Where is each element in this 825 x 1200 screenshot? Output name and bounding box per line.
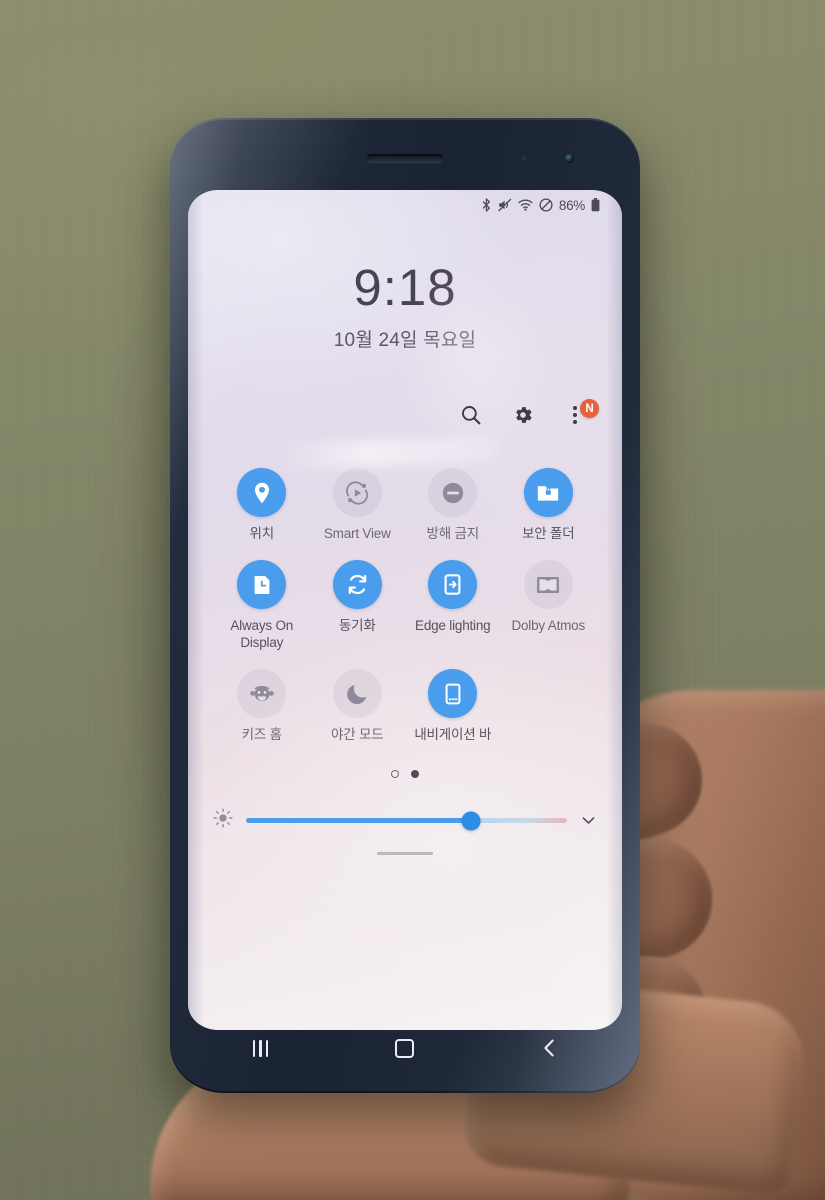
do-not-disturb-icon	[539, 198, 553, 212]
tile-kids-home[interactable]: 키즈 홈	[214, 651, 310, 743]
tile-label: 방해 금지	[426, 526, 480, 541]
back-button[interactable]	[522, 1030, 578, 1066]
tile-row-1: 위치 Smart View 방해 금지 보안 폴더	[214, 450, 596, 542]
kebab-menu-icon[interactable]: N	[562, 399, 599, 428]
tile-sync[interactable]: 동기화	[310, 542, 406, 651]
page-dot-1[interactable]	[391, 769, 399, 778]
clock-date: 10월 24일 목요일	[333, 330, 477, 351]
tile-label: Smart View	[323, 526, 391, 541]
home-indicator	[377, 851, 433, 855]
kids-home-icon	[237, 669, 287, 719]
tile-label: 동기화	[338, 618, 376, 634]
lockscreen-clock-block: 9:18 10월 24일 목요일	[188, 262, 622, 352]
tile-night-mode[interactable]: 야간 모드	[310, 651, 406, 743]
bluetooth-icon	[481, 198, 492, 212]
tile-secure-folder[interactable]: 보안 폴더	[501, 450, 597, 542]
tile-label: Edge lighting	[415, 618, 491, 634]
tile-label: Dolby Atmos	[511, 618, 586, 634]
recents-icon	[252, 1039, 269, 1057]
tile-label: 보안 폴더	[522, 526, 575, 541]
tile-navigation-bar[interactable]: 내비게이션 바	[405, 651, 501, 743]
quick-settings-tiles: 위치 Smart View 방해 금지 보안 폴더 Always On Disp…	[188, 432, 622, 744]
photo-scene: 86% 9:18 10월 24일 목요일 N 위치 Smart View 방해 …	[0, 0, 825, 1200]
gear-icon[interactable]	[510, 402, 536, 428]
do-not-disturb-icon	[428, 468, 478, 517]
earpiece-speaker	[367, 154, 443, 162]
tile-smart-view[interactable]: Smart View	[310, 450, 406, 542]
status-bar: 86%	[188, 190, 622, 216]
edge-lighting-icon	[428, 560, 478, 610]
home-button[interactable]	[377, 1030, 433, 1066]
search-icon[interactable]	[458, 402, 484, 428]
tile-label: 키즈 홈	[241, 727, 282, 743]
navigation-bar-icon	[428, 669, 478, 719]
proximity-sensor	[521, 156, 528, 163]
tile-label: 야간 모드	[331, 727, 384, 743]
tile-do-not-disturb[interactable]: 방해 금지	[405, 450, 501, 542]
battery-icon	[591, 198, 600, 212]
brightness-icon	[212, 807, 234, 834]
tile-dolby-atmos[interactable]: Dolby Atmos	[501, 542, 597, 651]
tile-empty-slot	[501, 651, 597, 743]
page-indicator	[188, 769, 622, 778]
kebab-dots	[573, 406, 577, 424]
page-dot-2[interactable]	[411, 769, 419, 778]
tile-row-2: Always On Display 동기화 Edge lighting Dolb…	[214, 542, 596, 651]
tile-location[interactable]: 위치	[214, 450, 310, 542]
always-on-display-icon	[237, 560, 287, 610]
dolby-atmos-icon	[523, 560, 573, 610]
brightness-row	[188, 804, 622, 838]
brightness-slider[interactable]	[246, 811, 567, 831]
quick-settings-header: N	[188, 398, 622, 432]
tile-label: Always On Display	[230, 618, 294, 650]
tile-edge-lighting[interactable]: Edge lighting	[405, 542, 501, 651]
brightness-slider-knob[interactable]	[461, 811, 481, 831]
phone-device: 86% 9:18 10월 24일 목요일 N 위치 Smart View 방해 …	[170, 118, 640, 1093]
location-pin-icon	[237, 468, 287, 517]
phone-screen: 86% 9:18 10월 24일 목요일 N 위치 Smart View 방해 …	[188, 190, 622, 1030]
clock-time: 9:18	[353, 259, 457, 316]
mute-icon	[498, 198, 512, 212]
battery-percent: 86%	[558, 197, 585, 213]
back-icon	[544, 1039, 554, 1057]
tile-label: 위치	[249, 526, 275, 541]
smart-view-icon	[332, 468, 382, 517]
recents-button[interactable]	[232, 1030, 288, 1066]
navigation-bar	[188, 1019, 622, 1077]
tile-always-on-display[interactable]: Always On Display	[214, 542, 310, 651]
home-icon	[395, 1038, 415, 1058]
status-badge: N	[580, 399, 599, 418]
front-camera	[565, 154, 574, 163]
night-mode-icon	[332, 669, 382, 719]
sync-icon	[332, 560, 382, 610]
tile-row-3: 키즈 홈 야간 모드 내비게이션 바	[214, 651, 596, 743]
wifi-icon	[518, 199, 533, 211]
secure-folder-icon	[523, 468, 573, 517]
chevron-down-icon[interactable]	[579, 811, 598, 830]
tile-label: 내비게이션 바	[414, 727, 492, 743]
